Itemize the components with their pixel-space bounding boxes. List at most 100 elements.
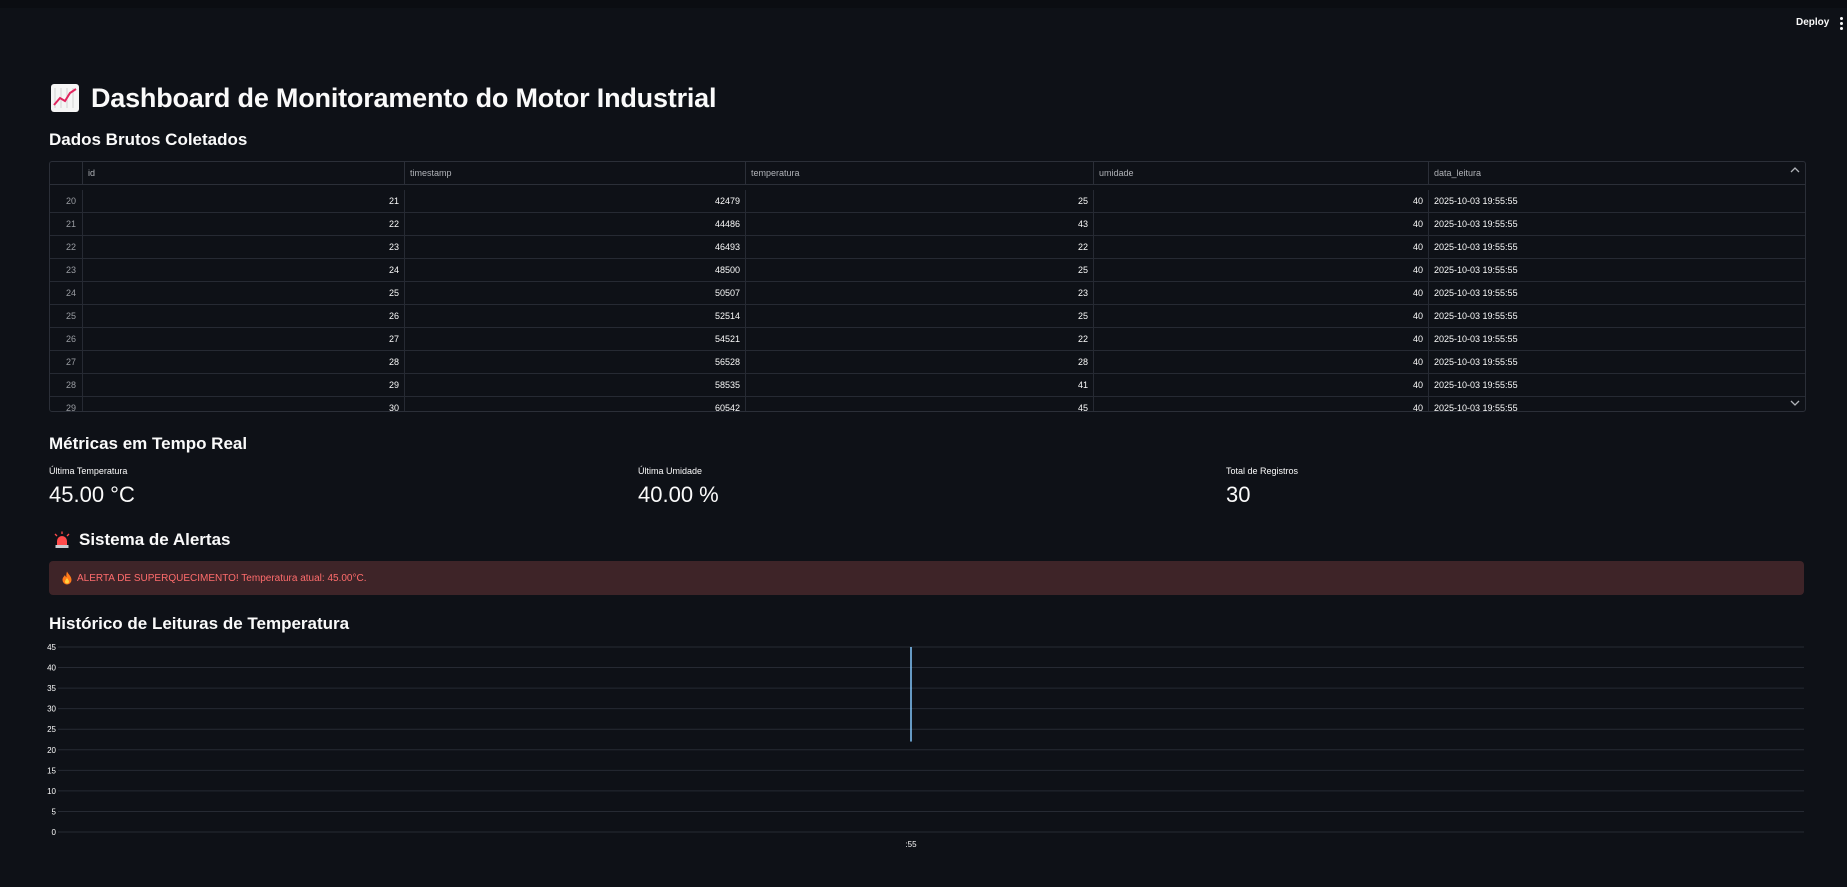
fire-icon	[62, 571, 72, 585]
cell-timestamp[interactable]: 56528	[404, 351, 745, 373]
cell-data-leitura[interactable]: 2025-10-03 19:55:55	[1428, 374, 1805, 396]
table-row[interactable]: 23 24 48500 25 40 2025-10-03 19:55:55	[50, 259, 1805, 282]
row-index[interactable]: 20	[50, 190, 82, 212]
column-header-timestamp[interactable]: timestamp	[404, 162, 745, 184]
row-index[interactable]: 23	[50, 259, 82, 281]
siren-icon	[54, 531, 70, 548]
metric-temperature: Última Temperatura 45.00 °C	[49, 466, 135, 508]
cell-timestamp[interactable]: 54521	[404, 328, 745, 350]
cell-temperatura[interactable]: 43	[745, 213, 1093, 235]
metrics-heading: Métricas em Tempo Real	[49, 434, 248, 453]
cell-data-leitura[interactable]: 2025-10-03 19:55:55	[1428, 190, 1805, 212]
cell-umidade[interactable]: 40	[1093, 351, 1428, 373]
cell-umidade[interactable]: 40	[1093, 213, 1428, 235]
deploy-button[interactable]: Deploy	[1796, 17, 1829, 28]
cell-temperatura[interactable]: 25	[745, 259, 1093, 281]
cell-id[interactable]: 29	[82, 374, 404, 396]
cell-umidade[interactable]: 40	[1093, 282, 1428, 304]
metric-value: 30	[1226, 482, 1251, 507]
app-toolbar	[0, 0, 1847, 8]
metric-humidity: Última Umidade 40.00 %	[638, 466, 719, 508]
cell-umidade[interactable]: 40	[1093, 236, 1428, 258]
cell-temperatura[interactable]: 23	[745, 282, 1093, 304]
cell-timestamp[interactable]: 46493	[404, 236, 745, 258]
metric-value: 40.00 %	[638, 482, 719, 507]
raw-data-table[interactable]: id timestamp temperatura umidade data_le…	[49, 161, 1806, 412]
cell-temperatura[interactable]: 22	[745, 328, 1093, 350]
cell-id[interactable]: 23	[82, 236, 404, 258]
more-vert-icon[interactable]	[1838, 17, 1847, 31]
row-index[interactable]: 21	[50, 213, 82, 235]
row-index[interactable]: 29	[50, 397, 82, 411]
table-row[interactable]: 25 26 52514 25 40 2025-10-03 19:55:55	[50, 305, 1805, 328]
y-tick-label: 45	[47, 643, 56, 652]
cell-timestamp[interactable]: 60542	[404, 397, 745, 411]
alert-banner: ALERTA DE SUPERQUECIMENTO! Temperatura a…	[49, 561, 1804, 595]
cell-id[interactable]: 26	[82, 305, 404, 327]
cell-id[interactable]: 27	[82, 328, 404, 350]
cell-id[interactable]: 24	[82, 259, 404, 281]
cell-data-leitura[interactable]: 2025-10-03 19:55:55	[1428, 397, 1805, 411]
cell-timestamp[interactable]: 50507	[404, 282, 745, 304]
cell-umidade[interactable]: 40	[1093, 397, 1428, 411]
cell-id[interactable]: 25	[82, 282, 404, 304]
table-body: 20 21 42479 25 40 2025-10-03 19:55:55 21 22 4448…	[50, 190, 1805, 411]
table-row[interactable]: 28 29 58535 41 40 2025-10-03 19:55:55	[50, 374, 1805, 397]
cell-data-leitura[interactable]: 2025-10-03 19:55:55	[1428, 305, 1805, 327]
y-tick-label: 20	[47, 746, 56, 755]
temperature-history-chart[interactable]: 0 5 10 15 20 25 30 35 40 45:55	[40, 640, 1810, 860]
cell-data-leitura[interactable]: 2025-10-03 19:55:55	[1428, 213, 1805, 235]
cell-umidade[interactable]: 40	[1093, 259, 1428, 281]
cell-umidade[interactable]: 40	[1093, 374, 1428, 396]
chevron-up-icon[interactable]	[1790, 165, 1800, 175]
cell-timestamp[interactable]: 44486	[404, 213, 745, 235]
cell-umidade[interactable]: 40	[1093, 305, 1428, 327]
table-row[interactable]: 20 21 42479 25 40 2025-10-03 19:55:55	[50, 190, 1805, 213]
cell-data-leitura[interactable]: 2025-10-03 19:55:55	[1428, 282, 1805, 304]
column-header-id[interactable]: id	[82, 162, 404, 184]
cell-data-leitura[interactable]: 2025-10-03 19:55:55	[1428, 328, 1805, 350]
table-row[interactable]: 27 28 56528 28 40 2025-10-03 19:55:55	[50, 351, 1805, 374]
cell-id[interactable]: 30	[82, 397, 404, 411]
cell-temperatura[interactable]: 41	[745, 374, 1093, 396]
y-tick-label: 40	[47, 664, 56, 673]
table-row[interactable]: 21 22 44486 43 40 2025-10-03 19:55:55	[50, 213, 1805, 236]
cell-timestamp[interactable]: 52514	[404, 305, 745, 327]
cell-temperatura[interactable]: 22	[745, 236, 1093, 258]
cell-data-leitura[interactable]: 2025-10-03 19:55:55	[1428, 236, 1805, 258]
cell-data-leitura[interactable]: 2025-10-03 19:55:55	[1428, 351, 1805, 373]
chart-increasing-icon	[51, 84, 79, 112]
raw-data-heading: Dados Brutos Coletados	[49, 130, 248, 149]
cell-id[interactable]: 22	[82, 213, 404, 235]
cell-temperatura[interactable]: 25	[745, 305, 1093, 327]
table-row[interactable]: 22 23 46493 22 40 2025-10-03 19:55:55	[50, 236, 1805, 259]
row-index[interactable]: 22	[50, 236, 82, 258]
column-header-data-leitura[interactable]: data_leitura	[1428, 162, 1805, 184]
history-heading: Histórico de Leituras de Temperatura	[49, 614, 350, 633]
cell-timestamp[interactable]: 48500	[404, 259, 745, 281]
cell-id[interactable]: 28	[82, 351, 404, 373]
table-row[interactable]: 29 30 60542 45 40 2025-10-03 19:55:55	[50, 397, 1805, 411]
row-index[interactable]: 27	[50, 351, 82, 373]
row-index[interactable]: 26	[50, 328, 82, 350]
cell-id[interactable]: 21	[82, 190, 404, 212]
column-header-umidade[interactable]: umidade	[1093, 162, 1428, 184]
cell-temperatura[interactable]: 25	[745, 190, 1093, 212]
row-index[interactable]: 25	[50, 305, 82, 327]
chevron-down-icon[interactable]	[1790, 398, 1800, 408]
cell-umidade[interactable]: 40	[1093, 190, 1428, 212]
column-header-temperatura[interactable]: temperatura	[745, 162, 1093, 184]
cell-timestamp[interactable]: 42479	[404, 190, 745, 212]
cell-umidade[interactable]: 40	[1093, 328, 1428, 350]
cell-data-leitura[interactable]: 2025-10-03 19:55:55	[1428, 259, 1805, 281]
cell-temperatura[interactable]: 28	[745, 351, 1093, 373]
cell-timestamp[interactable]: 58535	[404, 374, 745, 396]
row-index[interactable]: 24	[50, 282, 82, 304]
cell-temperatura[interactable]: 45	[745, 397, 1093, 411]
metric-label: Total de Registros	[1226, 466, 1299, 476]
y-tick-label: 10	[47, 787, 56, 796]
table-row[interactable]: 24 25 50507 23 40 2025-10-03 19:55:55	[50, 282, 1805, 305]
table-row[interactable]: 26 27 54521 22 40 2025-10-03 19:55:55	[50, 328, 1805, 351]
row-index[interactable]: 28	[50, 374, 82, 396]
metric-label: Última Temperatura	[49, 466, 128, 476]
